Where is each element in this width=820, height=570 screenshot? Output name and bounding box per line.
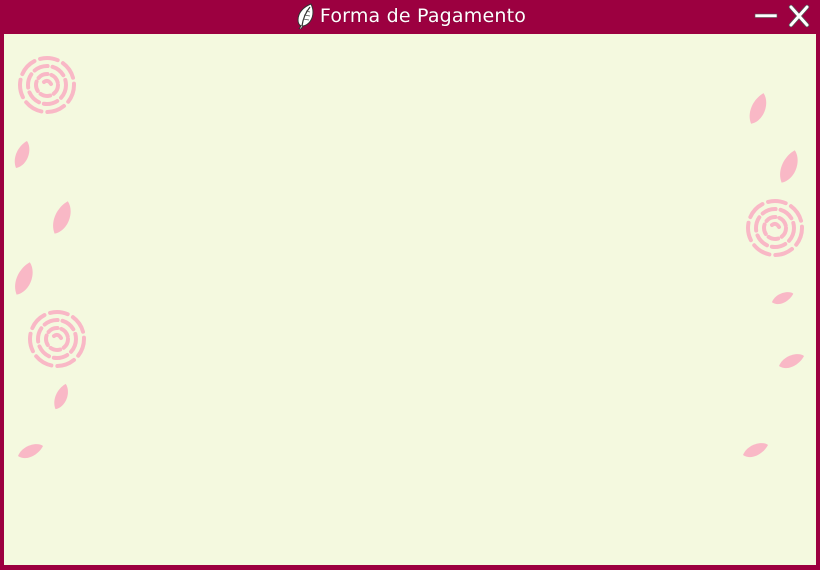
title-bar[interactable]: Forma de Pagamento [0, 0, 820, 33]
minimize-icon [754, 13, 778, 18]
petal-icon [749, 93, 767, 124]
title-group: Forma de Pagamento [0, 2, 820, 30]
window-title: Forma de Pagamento [319, 5, 527, 27]
petal-icon [743, 443, 768, 458]
petal-icon [53, 201, 71, 234]
petal-icon [54, 383, 68, 410]
app-window: Forma de Pagamento [0, 0, 820, 570]
petal-icon [771, 292, 794, 305]
petal-icon [779, 354, 804, 369]
minimize-button[interactable] [753, 4, 779, 28]
petal-icon [14, 141, 30, 168]
petal-icon [18, 444, 43, 459]
petal-icon [780, 150, 798, 183]
petal-icon [15, 262, 33, 295]
close-icon [788, 4, 810, 28]
feather-icon [297, 3, 314, 29]
rose-icon [18, 56, 76, 114]
rose-icon [746, 199, 804, 257]
content-area [4, 34, 816, 565]
rose-icon [28, 310, 86, 368]
close-button[interactable] [786, 4, 812, 28]
